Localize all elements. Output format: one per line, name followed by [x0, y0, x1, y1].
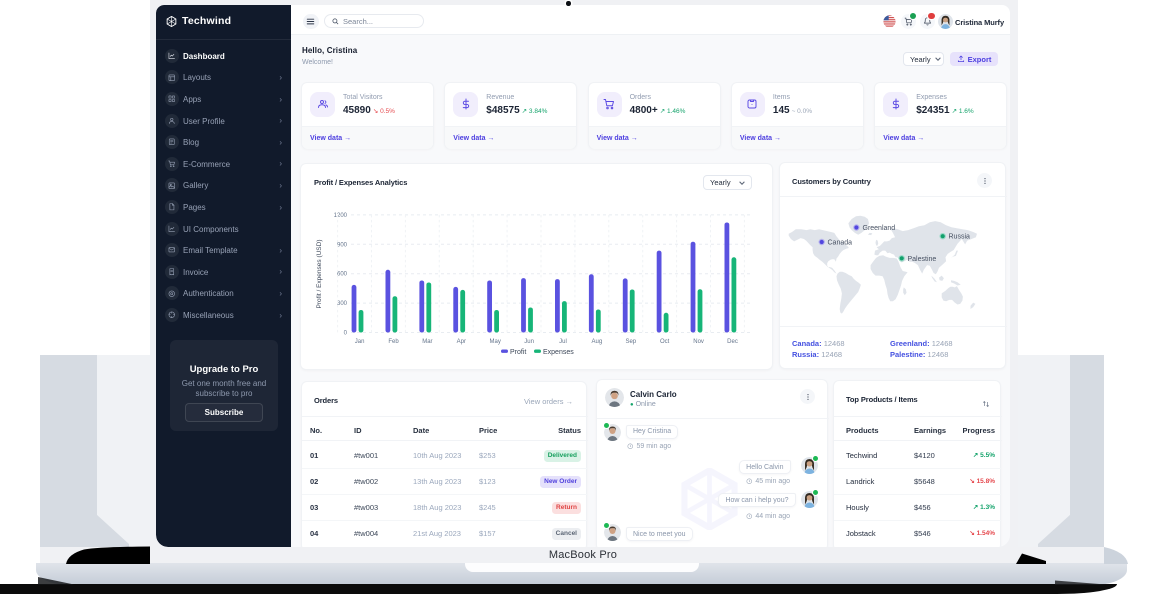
- svg-text:900: 900: [337, 242, 348, 248]
- svg-text:Jun: Jun: [524, 339, 534, 345]
- svg-text:0: 0: [344, 331, 348, 337]
- svg-text:Jul: Jul: [559, 339, 567, 345]
- svg-text:Feb: Feb: [388, 339, 399, 345]
- svg-text:300: 300: [337, 301, 348, 307]
- svg-text:Sep: Sep: [625, 339, 636, 345]
- svg-text:Apr: Apr: [457, 339, 466, 345]
- svg-text:Canada: Canada: [828, 240, 853, 247]
- svg-text:Aug: Aug: [592, 339, 603, 345]
- svg-text:Oct: Oct: [660, 339, 670, 345]
- svg-text:Mar: Mar: [422, 339, 432, 345]
- svg-text:Russia: Russia: [949, 234, 971, 241]
- svg-text:Palestine: Palestine: [908, 256, 937, 263]
- svg-text:Profit / Expenses (USD): Profit / Expenses (USD): [316, 240, 323, 309]
- svg-text:Dec: Dec: [727, 339, 738, 345]
- svg-text:Nov: Nov: [693, 339, 704, 345]
- svg-text:1200: 1200: [334, 213, 348, 219]
- svg-text:Profit: Profit: [510, 349, 526, 356]
- svg-text:May: May: [490, 339, 501, 345]
- svg-text:Jan: Jan: [355, 339, 365, 345]
- svg-text:600: 600: [337, 272, 348, 278]
- svg-text:Expenses: Expenses: [543, 349, 574, 356]
- svg-text:Greenland: Greenland: [863, 225, 896, 232]
